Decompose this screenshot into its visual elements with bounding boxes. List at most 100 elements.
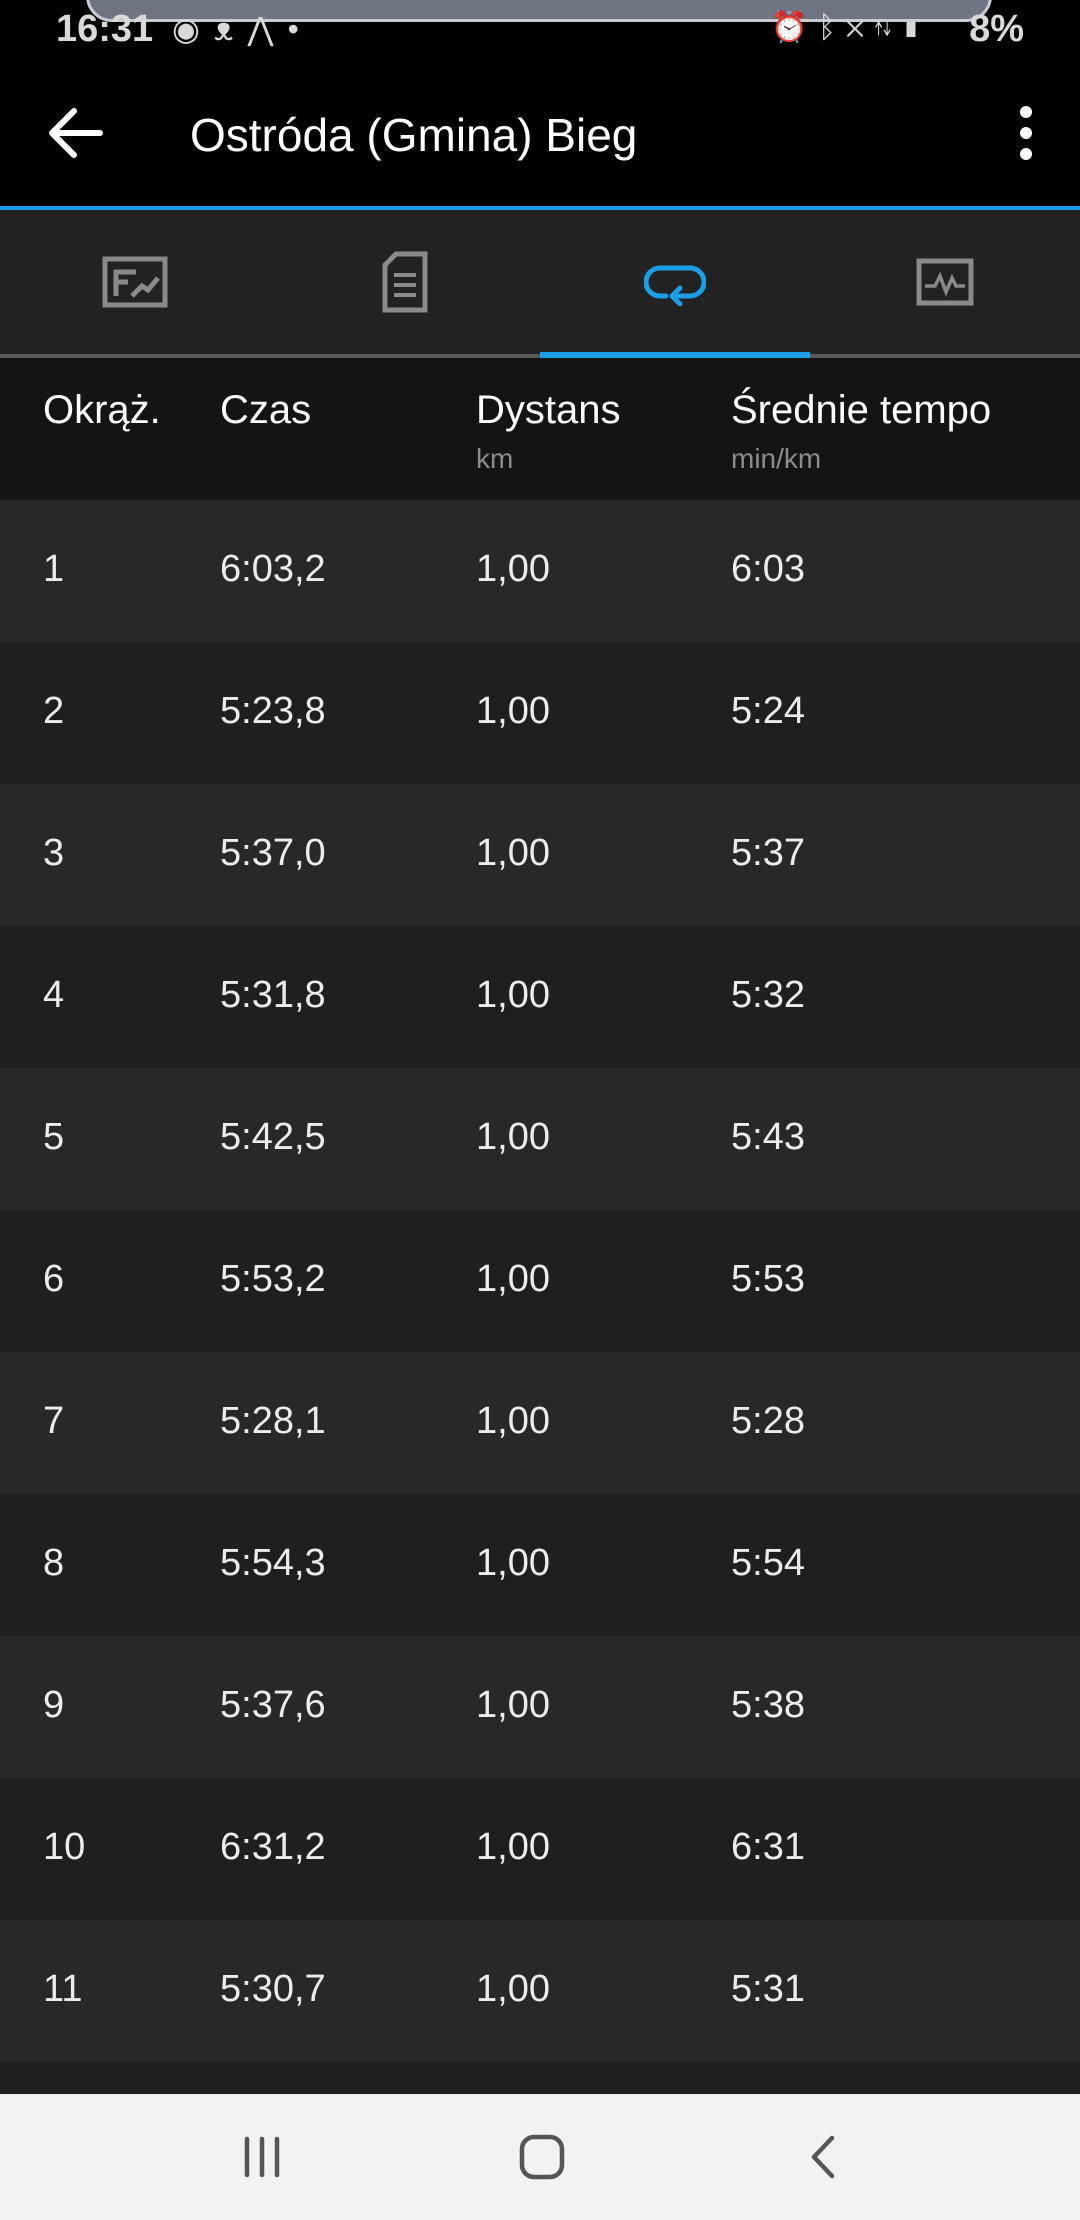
lap-distance: 1,00 [476,1258,550,1300]
app-bar: Ostróda (Gmina) Bieg [0,62,1080,210]
lap-time: 5:54,3 [220,1542,326,1584]
system-nav-bar [0,2094,1080,2220]
table-row[interactable]: 10 6:31,2 1,00 6:31 [0,1778,1080,1920]
table-row[interactable]: 11 5:30,7 1,00 5:31 [0,1920,1080,2062]
tab-bar [0,210,1080,358]
back-button[interactable] [40,102,110,164]
alarm-icon: ⏰ [770,11,818,44]
laps-table-header: Okrąż. Czas Dystans km Średnie tempo min… [0,358,1080,500]
lap-avg-pace: 5:38 [731,1684,805,1726]
nav-back-button[interactable] [764,2122,884,2192]
battery-level: 8% [969,8,1024,50]
page-title: Ostróda (Gmina) Bieg [190,109,638,161]
bluetooth-icon: ᛒ [818,11,846,44]
map-icon [102,256,168,308]
status-bar: 16:31 ◉ᴥ⋀• ⏰ᛒ✕⇅▮ 8% [0,0,1080,62]
header-lap-label: Okrąż. [43,388,161,432]
lap-number: 2 [43,690,65,732]
tab-charts[interactable] [810,210,1080,354]
more-options-button[interactable] [996,100,1056,166]
lap-distance: 1,00 [476,1826,550,1868]
header-lap: Okrąż. [43,388,161,433]
header-distance: Dystans km [476,388,621,475]
lap-distance: 1,00 [476,548,550,590]
home-button[interactable] [482,2122,602,2192]
lap-number: 3 [43,832,65,874]
lap-avg-pace: 6:31 [731,1826,805,1868]
header-avg-pace: Średnie tempo min/km [731,388,991,475]
lap-number: 7 [43,1400,65,1442]
header-time: Czas [220,388,311,433]
table-row[interactable]: 1 6:03,2 1,00 6:03 [0,500,1080,642]
lap-number: 1 [43,548,65,590]
header-distance-label: Dystans [476,388,621,432]
lap-time: 5:23,8 [220,690,326,732]
lap-number: 11 [43,1968,83,2010]
table-row[interactable]: 5 5:42,5 1,00 5:43 [0,1068,1080,1210]
table-row[interactable]: 6 5:53,2 1,00 5:53 [0,1210,1080,1352]
lap-number: 6 [43,1258,65,1300]
arrow-back-icon [49,108,103,158]
header-avg-pace-unit: min/km [731,443,822,474]
table-row[interactable]: 8 5:54,3 1,00 5:54 [0,1494,1080,1636]
recents-icon [244,2136,280,2178]
lap-time: 5:37,0 [220,832,326,874]
lap-distance: 1,00 [476,832,550,874]
header-distance-unit: km [476,443,514,474]
lap-time: 5:53,2 [220,1258,326,1300]
system-icons: ⏰ᛒ✕⇅▮ [771,10,930,45]
lap-distance: 1,00 [476,1400,550,1442]
table-row[interactable]: 7 5:28,1 1,00 5:28 [0,1352,1080,1494]
table-row[interactable]: 2 5:23,8 1,00 5:24 [0,642,1080,784]
lap-avg-pace: 5:53 [731,1258,805,1300]
tab-laps[interactable] [540,210,810,358]
lap-distance: 1,00 [476,1684,550,1726]
lap-time: 5:37,6 [220,1684,326,1726]
lap-avg-pace: 5:54 [731,1542,805,1584]
signal-icon: ▮ [902,11,930,44]
lte-icon: ⇅ [874,11,902,44]
more-vert-icon [1020,106,1032,160]
lap-distance: 1,00 [476,1968,550,2010]
lap-number: 4 [43,974,65,1016]
lap-avg-pace: 5:32 [731,974,805,1016]
home-icon [519,2134,565,2180]
lap-distance: 1,00 [476,690,550,732]
header-avg-pace-label: Średnie tempo [731,388,992,432]
recents-button[interactable] [202,2122,322,2192]
tab-map[interactable] [0,210,270,354]
table-row[interactable]: 3 5:37,0 1,00 5:37 [0,784,1080,926]
lap-distance: 1,00 [476,1116,550,1158]
laps-loop-icon [644,265,706,306]
lap-avg-pace: 5:24 [731,690,805,732]
lap-distance: 1,00 [476,1542,550,1584]
lap-avg-pace: 6:03 [731,548,805,590]
lap-number: 9 [43,1684,65,1726]
status-time: 16:31 [56,8,154,50]
lap-avg-pace: 5:28 [731,1400,805,1442]
table-row[interactable]: 9 5:37,6 1,00 5:38 [0,1636,1080,1778]
details-list-icon [382,251,428,313]
lap-number: 10 [43,1826,86,1868]
lap-time: 5:42,5 [220,1116,326,1158]
lap-time: 5:28,1 [220,1400,326,1442]
back-icon [811,2135,835,2179]
strava-icon: ⋀ [247,11,288,47]
lap-avg-pace: 5:43 [731,1116,805,1158]
dot-icon: • [287,11,313,47]
lap-time: 6:03,2 [220,548,326,590]
header-time-label: Czas [220,388,312,432]
tab-details[interactable] [270,210,540,354]
lap-number: 8 [43,1542,65,1584]
mute-icon: ✕ [846,11,874,44]
messenger-icon: ◉ [172,11,214,47]
lap-number: 5 [43,1116,65,1158]
lap-avg-pace: 5:31 [731,1968,805,2010]
bird-icon: ᴥ [213,11,248,47]
table-row[interactable]: 4 5:31,8 1,00 5:32 [0,926,1080,1068]
lap-time: 6:31,2 [220,1826,326,1868]
notification-icons: ◉ᴥ⋀• [172,10,313,48]
chart-icon [916,258,974,306]
lap-distance: 1,00 [476,974,550,1016]
lap-time: 5:31,8 [220,974,326,1016]
